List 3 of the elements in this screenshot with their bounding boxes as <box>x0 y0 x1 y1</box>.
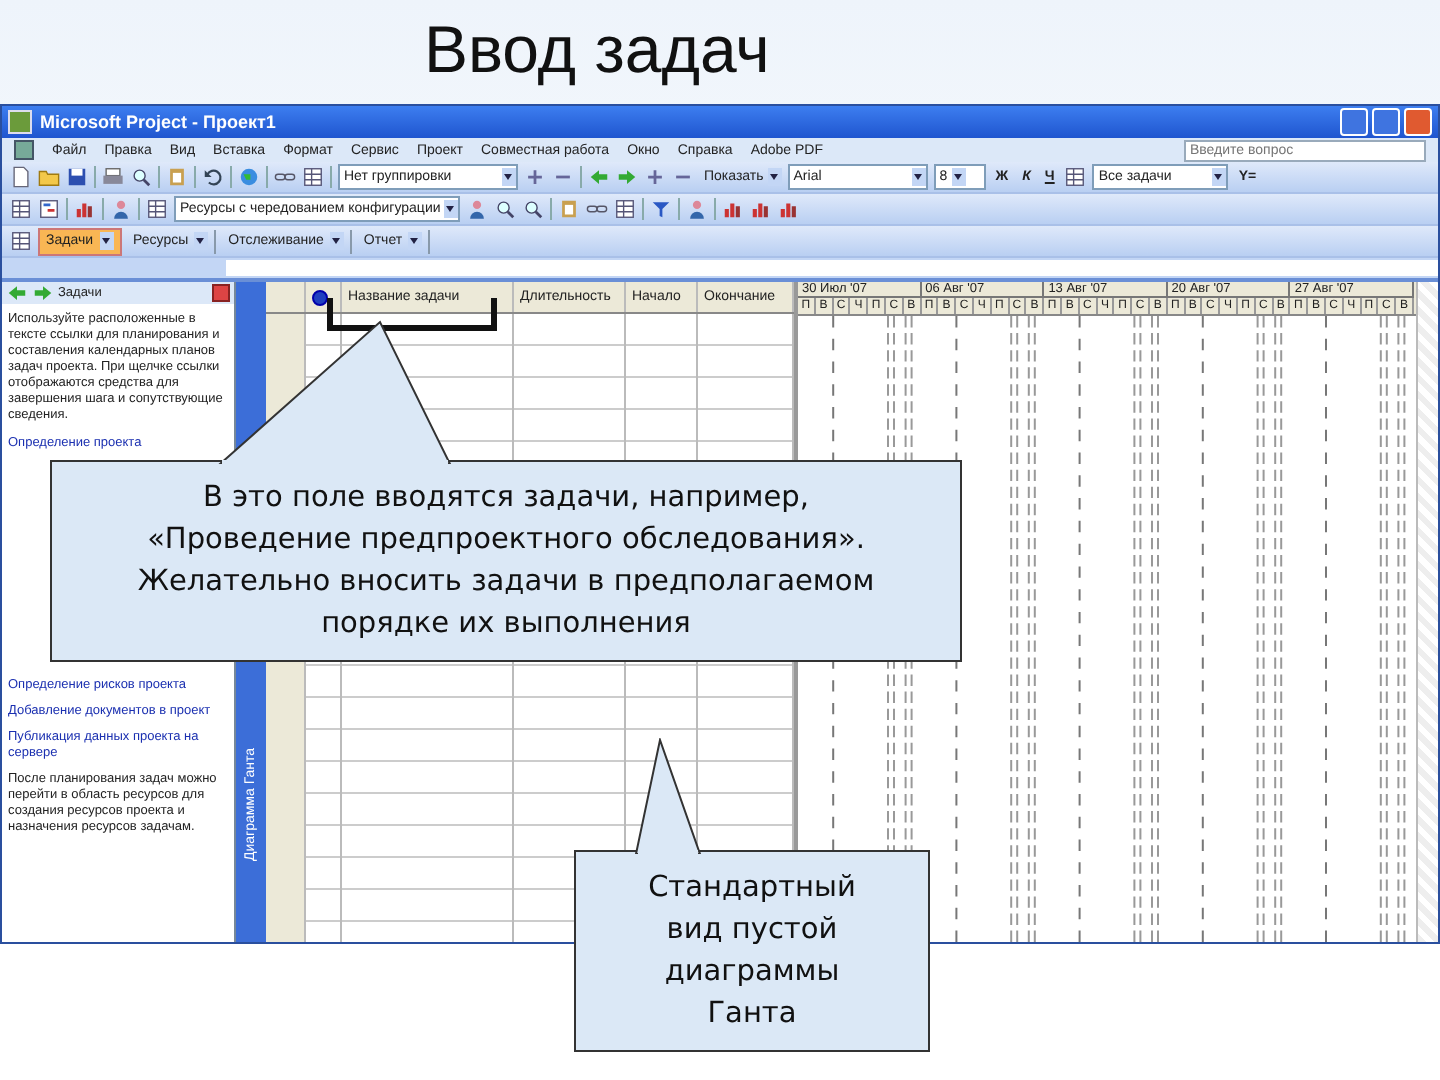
slide-title: Ввод задач <box>422 10 772 90</box>
callout-tooltip: Стандартный вид пустой диаграммы Ганта <box>574 850 930 1052</box>
window-title: Microsoft Project - Проект1 <box>40 112 278 132</box>
